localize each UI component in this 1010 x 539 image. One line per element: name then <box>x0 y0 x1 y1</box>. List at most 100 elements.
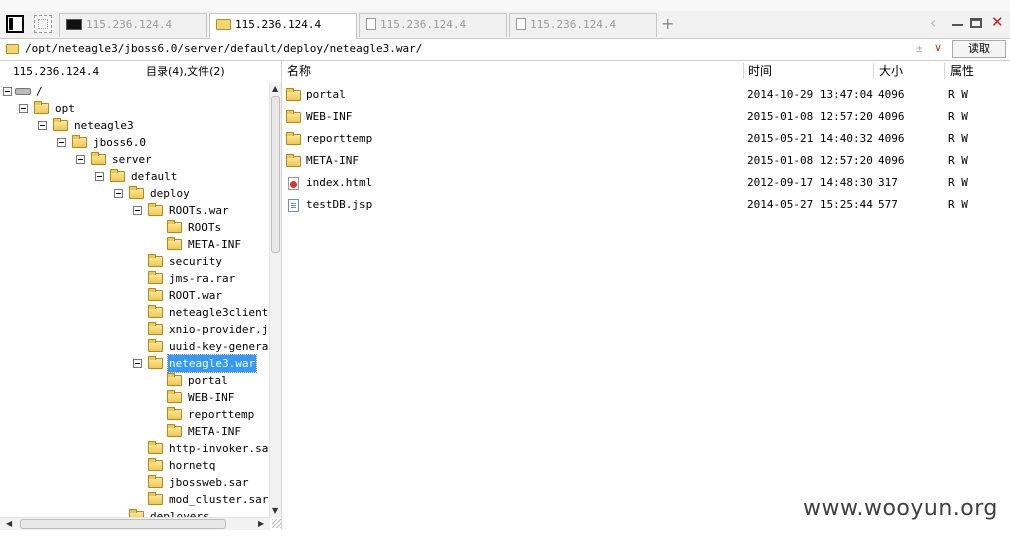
back-chevron-icon[interactable]: ‹ <box>930 15 936 31</box>
drive-icon <box>15 88 31 95</box>
panel-toggle-button[interactable] <box>6 15 24 33</box>
terminal-icon <box>66 18 82 30</box>
folder-icon <box>148 203 163 216</box>
folder-icon <box>6 44 19 54</box>
file-time: 2015-01-08 12:57:20 <box>747 110 873 123</box>
folder-icon <box>167 237 182 250</box>
new-window-button[interactable] <box>34 15 52 33</box>
collapse-toggle[interactable] <box>133 206 142 215</box>
column-header-name[interactable]: 名称 <box>287 61 311 82</box>
collapse-toggle[interactable] <box>57 138 66 147</box>
file-row[interactable]: index.html 2012-09-17 14:48:30 317 R W <box>283 172 1010 194</box>
close-button[interactable]: ✕ <box>991 15 1004 30</box>
file-name: WEB-INF <box>306 110 353 123</box>
tab-label: 115.236.124.4 <box>530 18 617 31</box>
tree-node-label: jms-ra.rar <box>169 272 236 285</box>
folder-icon <box>148 475 163 488</box>
file-attributes: R W <box>948 198 968 211</box>
folder-icon <box>286 88 301 101</box>
tree-node-label: neteagle3.war <box>166 354 258 373</box>
scroll-right-icon[interactable]: ▶ <box>258 519 264 528</box>
folder-icon <box>148 339 163 352</box>
column-separator[interactable] <box>944 63 945 79</box>
scroll-down-icon[interactable]: ▼ <box>272 506 278 515</box>
pane-divider[interactable] <box>281 61 282 529</box>
path-input[interactable]: /opt/neteagle3/jboss6.0/server/default/d… <box>25 42 422 56</box>
tab-document-1[interactable]: 115.236.124.4 <box>359 13 507 37</box>
file-attributes: R W <box>948 154 968 167</box>
read-button[interactable]: 读取 <box>952 40 1006 58</box>
tree-node-label: jboss6.0 <box>93 136 146 149</box>
folder-icon <box>53 118 68 131</box>
folder-icon <box>148 356 163 369</box>
folder-icon <box>148 254 163 267</box>
minimize-button[interactable] <box>952 24 963 26</box>
collapse-toggle[interactable] <box>133 359 142 368</box>
folder-icon <box>110 169 125 182</box>
column-header-attr[interactable]: 属性 <box>950 61 974 82</box>
tree-horizontal-scrollbar[interactable]: ◀ ▶ <box>0 517 270 530</box>
item-counts: 目录(4),文件(2) <box>146 65 225 78</box>
tree-node-label: reporttemp <box>188 408 255 421</box>
tree-node-label: uuid-key-generato <box>169 340 270 353</box>
file-size: 4096 <box>878 88 905 101</box>
file-row[interactable]: reporttemp 2015-05-21 14:40:32 4096 R W <box>283 128 1010 150</box>
file-time: 2014-05-27 15:25:44 <box>747 198 873 211</box>
maximize-button[interactable] <box>970 18 982 28</box>
resize-grip-icon[interactable] <box>272 519 281 528</box>
tree-node-label: http-invoker.sar <box>169 442 270 455</box>
path-toggle-icon[interactable]: ± <box>916 42 923 55</box>
file-time: 2014-10-29 13:47:04 <box>747 88 873 101</box>
file-row[interactable]: WEB-INF 2015-01-08 12:57:20 4096 R W <box>283 106 1010 128</box>
tab-label: 115.236.124.4 <box>235 18 322 31</box>
tree-node-label: jbossweb.sar <box>169 476 249 489</box>
folder-icon <box>148 322 163 335</box>
folder-icon <box>286 110 301 123</box>
file-row[interactable]: testDB.jsp 2014-05-27 15:25:44 577 R W <box>283 194 1010 216</box>
directory-tree: / opt neteagle3 jboss6.0 server default … <box>0 82 270 518</box>
file-row[interactable]: META-INF 2015-01-08 12:57:20 4096 R W <box>283 150 1010 172</box>
collapse-toggle[interactable] <box>76 155 85 164</box>
file-row[interactable]: portal 2014-10-29 13:47:04 4096 R W <box>283 84 1010 106</box>
tab-terminal[interactable]: 115.236.124.4 <box>59 13 207 37</box>
tree-node-label: security <box>169 255 222 268</box>
tab-label: 115.236.124.4 <box>380 18 467 31</box>
collapse-toggle[interactable] <box>95 172 104 181</box>
host-ip-label: 115.236.124.4 <box>13 65 100 78</box>
folder-icon <box>167 390 182 403</box>
file-name: portal <box>306 88 346 101</box>
folder-icon <box>129 186 144 199</box>
document-icon <box>366 18 376 30</box>
html-file-icon <box>288 177 299 190</box>
path-bar: /opt/neteagle3/jboss6.0/server/default/d… <box>0 39 1010 61</box>
tree-node-label: hornetq <box>169 459 216 472</box>
tree-node-label: ROOT.war <box>169 289 222 302</box>
document-icon <box>516 18 526 30</box>
collapse-toggle[interactable] <box>19 104 28 113</box>
tree-node-label: portal <box>188 374 228 387</box>
chevron-down-icon[interactable]: ∨ <box>934 41 942 54</box>
tree-node-label: neteagle3 <box>74 119 134 132</box>
column-header-size[interactable]: 大小 <box>879 61 903 82</box>
scroll-left-icon[interactable]: ◀ <box>6 519 12 528</box>
tree-node-label: neteagle3client.w <box>169 306 270 319</box>
collapse-toggle[interactable] <box>3 87 12 96</box>
column-separator[interactable] <box>743 63 744 79</box>
folder-icon <box>72 135 87 148</box>
folder-icon <box>286 132 301 145</box>
file-name: index.html <box>306 176 373 189</box>
collapse-toggle[interactable] <box>38 121 47 130</box>
folder-icon <box>148 305 163 318</box>
folder-icon <box>148 458 163 471</box>
tree-node-label: / <box>36 85 43 98</box>
column-separator[interactable] <box>873 63 874 79</box>
column-header-time[interactable]: 时间 <box>748 61 772 82</box>
tree-node-label: META-INF <box>188 238 241 251</box>
scroll-thumb[interactable] <box>20 519 226 529</box>
scroll-thumb[interactable] <box>271 96 280 253</box>
tab-file-manager[interactable]: 115.236.124.4 <box>209 13 357 39</box>
tab-document-2[interactable]: 115.236.124.4 <box>509 13 657 37</box>
collapse-toggle[interactable] <box>114 189 123 198</box>
scroll-up-icon[interactable]: ▲ <box>272 84 278 93</box>
add-tab-button[interactable]: + <box>661 16 674 32</box>
